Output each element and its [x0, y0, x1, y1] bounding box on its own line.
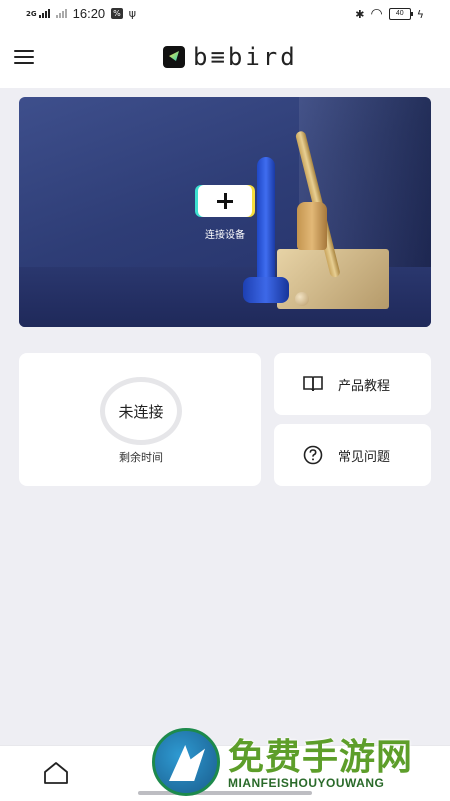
tile-label: 常见问题: [338, 450, 391, 465]
signal-bars-icon-2: [55, 9, 67, 18]
wifi-icon: ◠: [370, 6, 383, 22]
banner-device-base: [243, 277, 289, 303]
device-banner: 连接设备: [19, 97, 431, 327]
home-icon[interactable]: [42, 760, 70, 786]
network-type: 2G: [26, 10, 37, 18]
connection-state: 未连接: [118, 403, 164, 421]
status-right: ✱ ◠ 40 ϟ: [355, 6, 424, 22]
usb-icon: ψ: [128, 7, 137, 20]
connect-device-button[interactable]: [198, 185, 252, 217]
app-header: b≡bird: [0, 30, 450, 88]
product-tutorial-button[interactable]: 产品教程: [274, 353, 431, 415]
clock: 16:20: [72, 6, 106, 21]
battery-icon: 40: [388, 8, 413, 20]
connect-device-label[interactable]: 连接设备: [179, 226, 271, 241]
signal-bars-icon: [38, 9, 50, 18]
plus-icon: [217, 193, 233, 209]
banner-device-image: [257, 157, 275, 287]
watermark-title: 免费手游网: [228, 736, 414, 778]
brand-name: b≡bird: [193, 43, 298, 71]
brand: b≡bird: [163, 43, 298, 71]
banner-prop-ball: [295, 292, 309, 306]
faq-button[interactable]: 常见问题: [274, 424, 431, 486]
charging-icon: ϟ: [416, 7, 424, 21]
hd-badge: %: [111, 8, 123, 19]
tile-label: 产品教程: [338, 379, 391, 394]
bluetooth-icon: ✱: [355, 7, 365, 21]
question-icon: [303, 445, 323, 465]
hamburger-icon: [14, 50, 36, 64]
bebird-logo-icon: [163, 46, 185, 68]
remaining-time-label: 剩余时间: [119, 451, 163, 464]
status-left: 2G 16:20 % ψ: [26, 6, 136, 21]
book-icon: [303, 376, 323, 392]
watermark-logo-icon: [152, 728, 220, 796]
banner-prop-wood: [297, 202, 327, 250]
connection-status-card: 未连接 剩余时间: [19, 353, 261, 486]
signal-indicator: 2G: [26, 9, 50, 18]
menu-button[interactable]: [14, 46, 36, 68]
status-bar: 2G 16:20 % ψ ✱ ◠ 40 ϟ: [0, 0, 450, 30]
system-home-indicator[interactable]: [138, 791, 312, 795]
watermark-subtitle: MIANFEISHOUYOUWANG: [228, 776, 385, 790]
